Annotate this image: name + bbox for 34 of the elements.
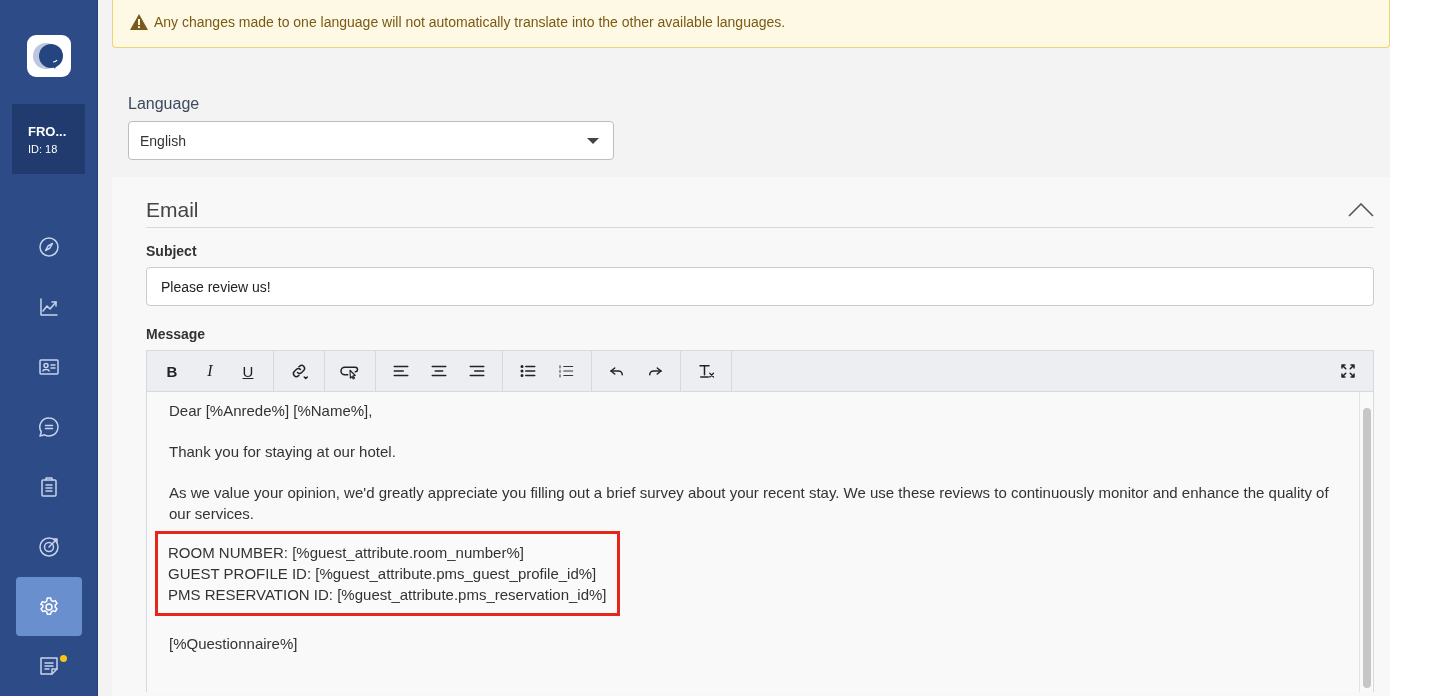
message-line: GUEST PROFILE ID: [%guest_attribute.pms_guest_profile_id%]	[168, 564, 598, 584]
format-button[interactable]: U	[229, 352, 267, 390]
numbered-list-icon	[557, 362, 575, 380]
message-line: ROOM NUMBER: [%guest_attribute.room_number%]	[168, 543, 525, 563]
format-button[interactable]: B	[153, 352, 191, 390]
bullet-list-icon	[519, 362, 537, 380]
format-button[interactable]: I	[191, 352, 229, 390]
language-dropdown[interactable]: English	[128, 121, 614, 160]
message-line: Thank you for staying at our hotel.	[169, 443, 396, 460]
account-card[interactable]: FRO... ID: 18	[12, 103, 85, 174]
clear-format-icon	[697, 362, 715, 380]
field-label: Language	[128, 95, 201, 113]
section-title: Email	[146, 198, 199, 222]
chevron-up-icon[interactable]	[1348, 203, 1374, 217]
compass-icon	[36, 235, 61, 259]
warning-message: Any changes made to one language will not automatically translate into the other available languages.	[154, 13, 786, 30]
message-line: [%Questionnaire%]	[169, 635, 298, 652]
nav-button[interactable]	[15, 577, 82, 636]
message-line: As we value your opinion, we'd greatly appreciate you filling out a brief survey about your recent stay. We use these reviews to continuously monitor and enhance the quality of our services.	[169, 484, 1329, 522]
subject-input[interactable]: Please review us!	[146, 267, 1374, 306]
account-id: ID: 18	[28, 142, 59, 155]
message-line: Dear [%Anrede%] [%Name%],	[169, 402, 373, 419]
link-icon	[290, 362, 308, 380]
app-logo[interactable]	[26, 35, 71, 77]
field-label: Subject	[146, 243, 198, 259]
message-line: PMS RESERVATION ID: [%guest_attribute.pms_reservation_id%]	[168, 585, 607, 605]
target-icon	[36, 535, 61, 559]
caret-icon	[587, 137, 599, 144]
account-name: FRO...	[28, 123, 68, 139]
warning-icon	[130, 13, 148, 30]
fullscreen-icon	[1339, 362, 1357, 380]
field-label: Message	[146, 326, 207, 342]
chat-bubble-icon	[36, 415, 61, 439]
scrollbar-thumb[interactable]	[1362, 408, 1371, 688]
